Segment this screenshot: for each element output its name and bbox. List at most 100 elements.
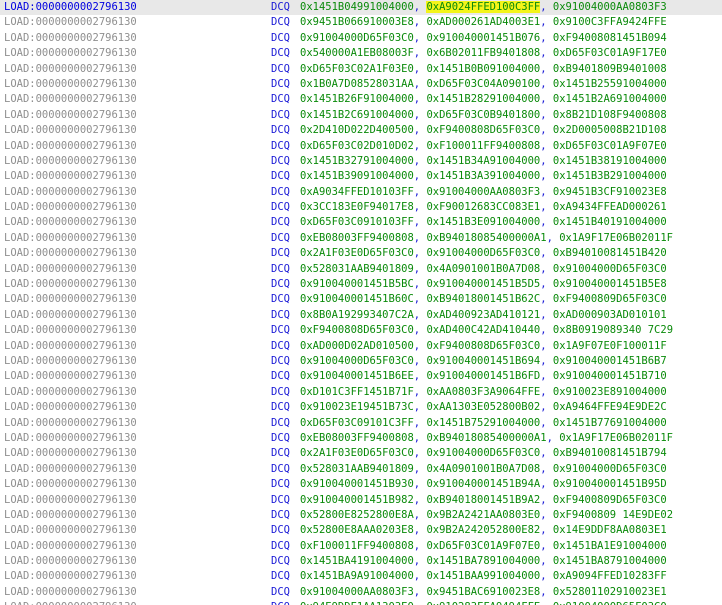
operand-value[interactable]: 0x91004000D65F03C0: [553, 601, 667, 605]
operand-value[interactable]: 0x1A9F17E06B02011F: [559, 432, 673, 444]
operand-value[interactable]: 0xF9400808D65F03C0: [300, 324, 414, 336]
listing-row[interactable]: LOAD:0000000002796130 DCQ 0x91004000D65F03…: [0, 354, 722, 369]
row-mnemonic[interactable]: DCQ: [271, 554, 290, 569]
operand-value[interactable]: 0x1451B39091004000: [300, 170, 414, 182]
listing-row[interactable]: LOAD:0000000002796130 DCQ 0x91004000AA0803…: [0, 585, 722, 600]
operand-value[interactable]: 0x9451B066910003E8: [300, 16, 414, 28]
row-mnemonic[interactable]: DCQ: [271, 446, 290, 461]
listing-row[interactable]: LOAD:0000000002796130 DCQ 0x1B0A7D08528031…: [0, 77, 722, 92]
operand-value[interactable]: 0x1A9F17E06B02011F: [559, 232, 673, 244]
operand-value[interactable]: 0xB94010081451B794: [553, 447, 667, 459]
operand-value[interactable]: 0x2A1F03E0D65F03C0: [300, 447, 414, 459]
operand-value[interactable]: 0x528031AAB9401809: [300, 263, 414, 275]
row-mnemonic[interactable]: DCQ: [271, 77, 290, 92]
row-mnemonic[interactable]: DCQ: [271, 462, 290, 477]
row-mnemonic[interactable]: DCQ: [271, 354, 290, 369]
listing-row[interactable]: LOAD:0000000002796130 DCQ 0x1451B2C6910040…: [0, 108, 722, 123]
row-address[interactable]: LOAD:0000000002796130: [4, 31, 137, 46]
operand-value[interactable]: 0xB94018085400000A1: [426, 232, 546, 244]
row-address[interactable]: LOAD:0000000002796130: [4, 92, 137, 107]
operand-value[interactable]: 0xAD000261AD4003E1: [426, 16, 540, 28]
row-mnemonic[interactable]: DCQ: [271, 215, 290, 230]
operand-value[interactable]: 0x91004000D65F03C0: [300, 355, 414, 367]
row-address[interactable]: LOAD:0000000002796130: [4, 108, 137, 123]
row-address[interactable]: LOAD:0000000002796130: [4, 185, 137, 200]
row-mnemonic[interactable]: DCQ: [271, 46, 290, 61]
row-address[interactable]: LOAD:0000000002796130: [4, 554, 137, 569]
operand-value[interactable]: 0x91004000D65F03C0: [426, 247, 540, 259]
operand-value[interactable]: 0xEB08003FF9400808: [300, 432, 414, 444]
operand-value[interactable]: 0xAD000D02AD010500: [300, 340, 414, 352]
operand-value[interactable]: 0x1451BAA991004000: [426, 570, 540, 582]
listing-row[interactable]: LOAD:0000000002796130 DCQ 0xD65F03C02A1F03…: [0, 62, 722, 77]
operand-value[interactable]: 0x1451BA8791004000: [553, 555, 667, 567]
operand-value[interactable]: 0xF9400809D65F03C0: [553, 494, 667, 506]
operand-value[interactable]: 0xAA0803F3A9064FFE: [426, 386, 540, 398]
row-address[interactable]: LOAD:0000000002796130: [4, 508, 137, 523]
operand-value[interactable]: 0x52801102910023E1: [553, 586, 667, 598]
operand-value[interactable]: 0xF9400809D65F03C0: [553, 293, 667, 305]
row-mnemonic[interactable]: DCQ: [271, 139, 290, 154]
operand-value[interactable]: 0x52800E8AAA0203E8: [300, 524, 414, 536]
row-address[interactable]: LOAD:0000000002796130: [4, 308, 137, 323]
operand-value[interactable]: 0x4A0901001B0A7D08: [426, 263, 540, 275]
operand-value[interactable]: 0xD65F03C01A9F07E0: [426, 540, 540, 552]
operand-value[interactable]: 0x9B2A242052800E82: [426, 524, 540, 536]
operand-value[interactable]: 0x52800E8252800E8A: [300, 509, 414, 521]
listing-row[interactable]: LOAD:0000000002796130 DCQ 0x1451BA41910040…: [0, 554, 722, 569]
row-address[interactable]: LOAD:0000000002796130: [4, 123, 137, 138]
operand-value[interactable]: 0x910040001451B5BC: [300, 278, 414, 290]
row-address[interactable]: LOAD:0000000002796130: [4, 139, 137, 154]
row-address[interactable]: LOAD:0000000002796130: [4, 15, 137, 30]
row-address[interactable]: LOAD:0000000002796130: [4, 46, 137, 61]
operand-value[interactable]: 0xB94018085400000A1: [426, 432, 546, 444]
operand-value[interactable]: 0x91004000AA0803F3: [426, 186, 540, 198]
row-mnemonic[interactable]: DCQ: [271, 600, 290, 605]
operand-value[interactable]: 0xD65F03C0B9401800: [426, 109, 540, 121]
operand-value[interactable]: 0x910040001451B6B7: [553, 355, 667, 367]
listing-row[interactable]: LOAD:0000000002796130 DCQ 0xF9400808D65F03…: [0, 323, 722, 338]
operand-value[interactable]: 0x8B21D108F9400808: [553, 109, 667, 121]
operand-value[interactable]: 0xA9434FFEAD000261: [553, 201, 667, 213]
row-mnemonic[interactable]: DCQ: [271, 477, 290, 492]
row-address[interactable]: LOAD:0000000002796130: [4, 416, 137, 431]
listing-row[interactable]: LOAD:0000000002796130 DCQ 0xD65F03C09101C3…: [0, 416, 722, 431]
listing-row[interactable]: LOAD:0000000002796130 DCQ 0xD65F03C02D010D…: [0, 139, 722, 154]
operand-value[interactable]: 0x9451BAC6910023E8: [426, 586, 540, 598]
row-mnemonic[interactable]: DCQ: [271, 0, 290, 15]
operand-value[interactable]: 0x910283FFA9494FFE: [426, 601, 540, 605]
operand-value[interactable]: 0x6B02011FB9401808: [426, 47, 540, 59]
listing-row[interactable]: LOAD:0000000002796130 DCQ 0xAD000D02AD0105…: [0, 339, 722, 354]
row-address[interactable]: LOAD:0000000002796130: [4, 215, 137, 230]
row-mnemonic[interactable]: DCQ: [271, 523, 290, 538]
disassembly-listing[interactable]: LOAD:0000000002796130 DCQ 0x1451B049910040…: [0, 0, 722, 605]
row-address[interactable]: LOAD:0000000002796130: [4, 169, 137, 184]
operand-value[interactable]: 0x1451B38191004000: [553, 155, 667, 167]
operand-value[interactable]: 0xF94008081451B094: [553, 32, 667, 44]
listing-row[interactable]: LOAD:0000000002796130 DCQ 0x910040001451B9…: [0, 477, 722, 492]
operand-value[interactable]: 0x1451B25591004000: [553, 78, 667, 90]
listing-row[interactable]: LOAD:0000000002796130 DCQ 0xA9034FFED10103…: [0, 185, 722, 200]
row-mnemonic[interactable]: DCQ: [271, 493, 290, 508]
row-address[interactable]: LOAD:0000000002796130: [4, 339, 137, 354]
operand-value[interactable]: 0xAA1303E052800B02: [426, 401, 540, 413]
listing-row[interactable]: LOAD:0000000002796130 DCQ 0x1451B390910040…: [0, 169, 722, 184]
operand-value[interactable]: 0xD65F03C02D010D02: [300, 140, 414, 152]
operand-value[interactable]: 0x91004000D65F03C0: [553, 263, 667, 275]
row-address[interactable]: LOAD:0000000002796130: [4, 462, 137, 477]
operand-value[interactable]: 0xA9024FFED100C3FF: [426, 1, 541, 13]
listing-row[interactable]: LOAD:0000000002796130 DCQ 0x1451BA9A910040…: [0, 569, 722, 584]
operand-value[interactable]: 0xA9094FFED10283FF: [553, 570, 667, 582]
row-address[interactable]: LOAD:0000000002796130: [4, 292, 137, 307]
operand-value[interactable]: 0xF9400808D65F03C0: [426, 124, 540, 136]
row-address[interactable]: LOAD:0000000002796130: [4, 477, 137, 492]
operand-value[interactable]: 0xEB08003FF9400808: [300, 232, 414, 244]
operand-value[interactable]: 0xD101C3FF1451B71F: [300, 386, 414, 398]
listing-row[interactable]: LOAD:0000000002796130 DCQ 0x3CC183E0F94017…: [0, 200, 722, 215]
listing-row[interactable]: LOAD:0000000002796130 DCQ 0x1451B26F910040…: [0, 92, 722, 107]
operand-value[interactable]: 0x910023E19451B73C: [300, 401, 414, 413]
operand-value[interactable]: 0x1B0A7D08528031AA: [300, 78, 414, 90]
operand-value[interactable]: 0x91004000AA0803F3: [553, 1, 667, 13]
operand-value[interactable]: 0x2D410D022D400500: [300, 124, 414, 136]
operand-value[interactable]: 0x1451B32791004000: [300, 155, 414, 167]
